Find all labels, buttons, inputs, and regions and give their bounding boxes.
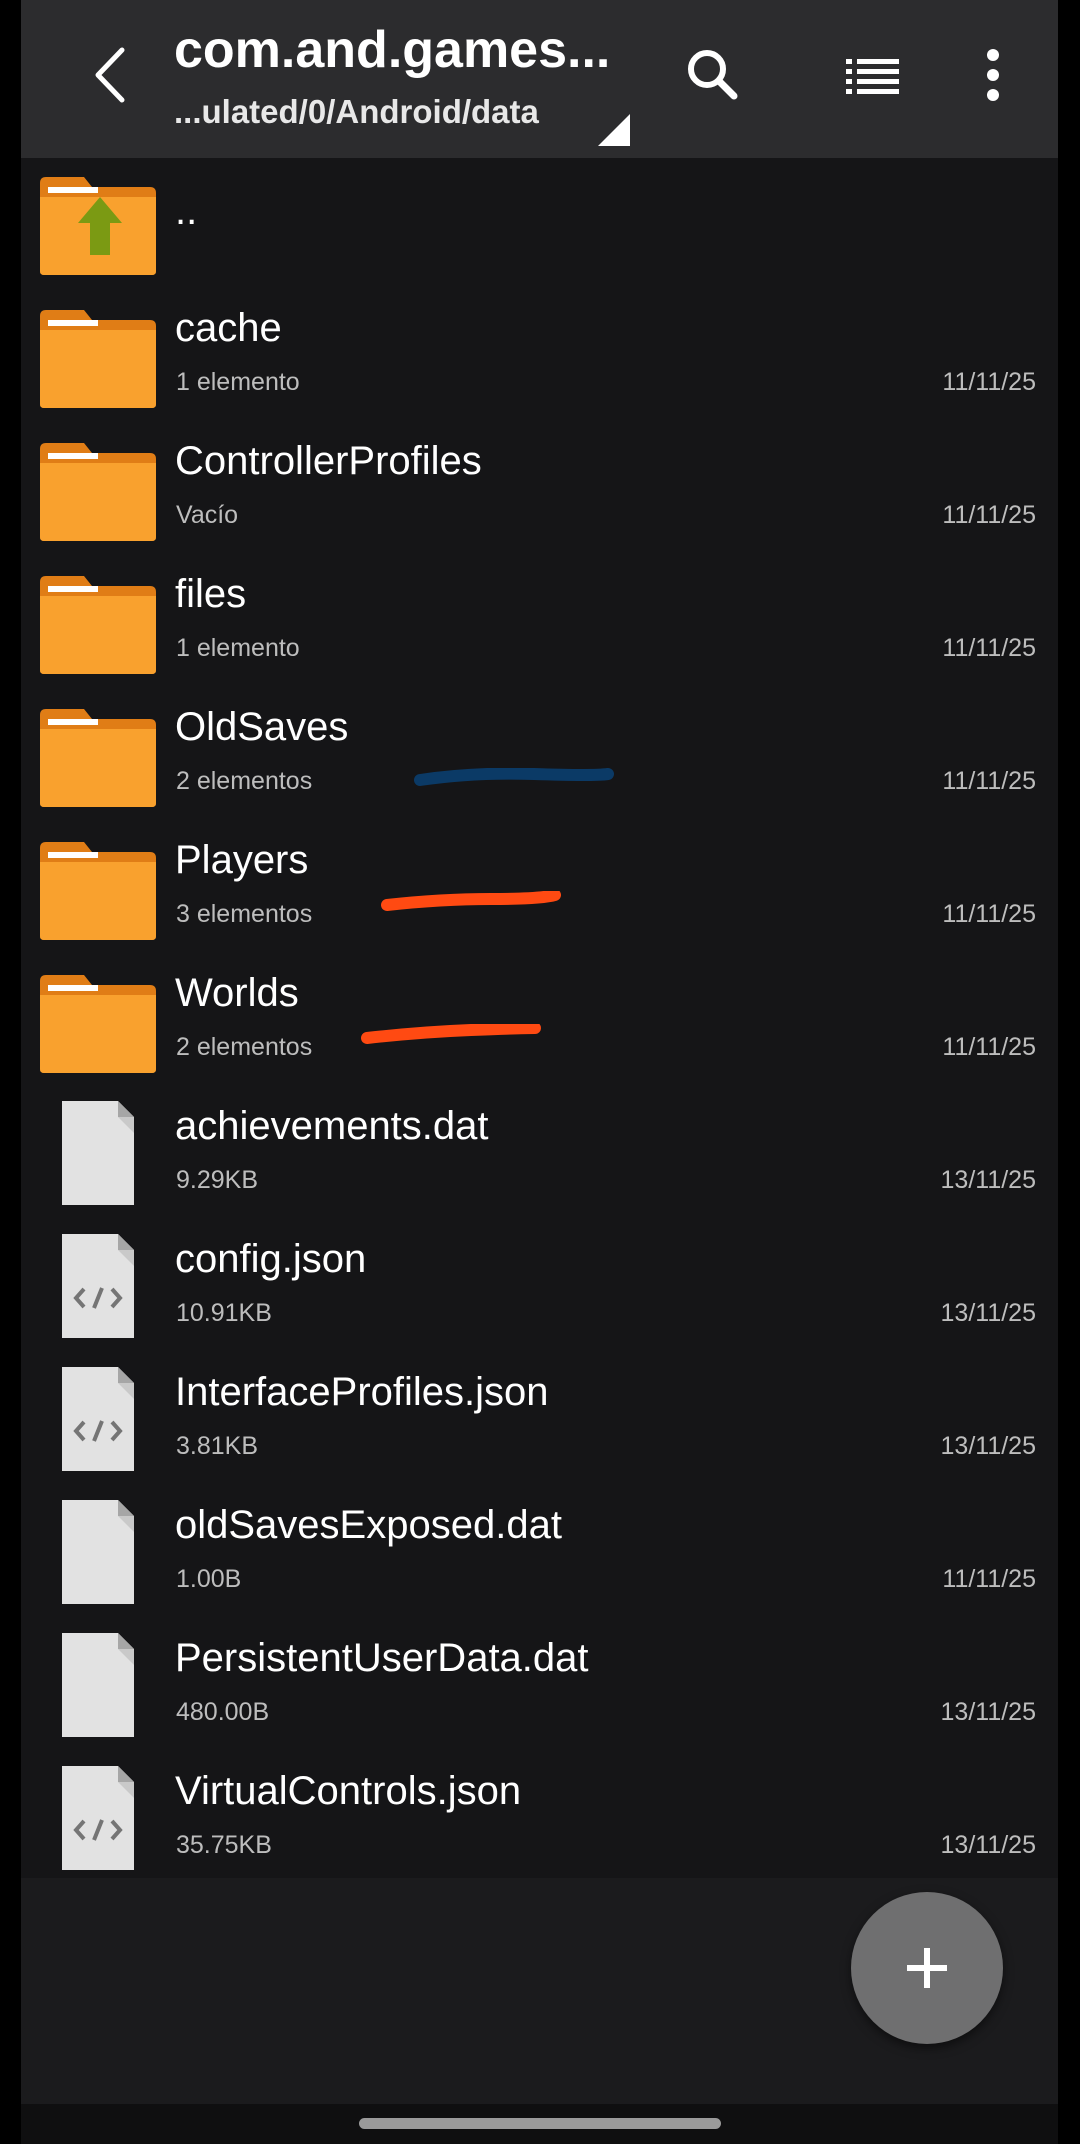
search-icon bbox=[688, 50, 738, 100]
item-name: Worlds bbox=[175, 971, 299, 1015]
annotation-underline bbox=[414, 767, 614, 795]
file-icon bbox=[36, 1101, 160, 1205]
folder-row[interactable]: cache 1 elemento 11/11/25 bbox=[21, 291, 1058, 424]
code-file-icon bbox=[36, 1234, 160, 1338]
item-meta: 480.00B bbox=[176, 1698, 270, 1726]
code-file-icon bbox=[36, 1367, 160, 1471]
item-meta: 3.81KB bbox=[176, 1432, 259, 1460]
back-arrow-icon bbox=[95, 47, 125, 103]
file-row[interactable]: config.json 10.91KB 13/11/25 bbox=[21, 1222, 1058, 1355]
list-view-icon bbox=[846, 59, 899, 94]
file-row[interactable]: InterfaceProfiles.json 3.81KB 13/11/25 bbox=[21, 1355, 1058, 1488]
item-name: oldSavesExposed.dat bbox=[175, 1503, 562, 1547]
parent-directory-row[interactable]: .. bbox=[21, 158, 1058, 291]
code-file-icon bbox=[36, 1766, 160, 1870]
page-title: com.and.games... bbox=[174, 21, 611, 79]
file-icon bbox=[36, 1500, 160, 1604]
current-path[interactable]: ...ulated/0/Android/data bbox=[174, 90, 614, 134]
folder-row[interactable]: Worlds 2 elementos 11/11/25 bbox=[21, 956, 1058, 1089]
more-options-button[interactable] bbox=[956, 38, 1030, 112]
file-manager-screen: com.and.games... ...ulated/0/Android/dat… bbox=[21, 0, 1058, 2144]
item-date: 11/11/25 bbox=[942, 634, 1036, 662]
item-name: achievements.dat bbox=[175, 1104, 489, 1148]
folder-row[interactable]: ControllerProfiles Vacío 11/11/25 bbox=[21, 424, 1058, 557]
dropdown-triangle-icon[interactable] bbox=[598, 114, 630, 146]
item-date: 13/11/25 bbox=[940, 1166, 1036, 1194]
file-list: .. cache 1 elemento 11/11/25 ControllerProfi… bbox=[21, 158, 1058, 1878]
add-fab-button[interactable] bbox=[851, 1892, 1003, 2044]
item-meta: 1 elemento bbox=[176, 368, 300, 396]
item-meta: 3 elementos bbox=[176, 900, 313, 928]
item-meta: 2 elementos bbox=[176, 1033, 313, 1061]
file-row[interactable]: VirtualControls.json 35.75KB 13/11/25 bbox=[21, 1754, 1058, 1887]
item-name: Players bbox=[175, 838, 309, 882]
item-date: 11/11/25 bbox=[942, 767, 1036, 795]
app-bar: com.and.games... ...ulated/0/Android/dat… bbox=[21, 0, 1058, 158]
item-name: InterfaceProfiles.json bbox=[175, 1370, 549, 1414]
annotation-underline bbox=[381, 889, 561, 918]
item-date: 11/11/25 bbox=[942, 1033, 1036, 1061]
item-date: 11/11/25 bbox=[942, 501, 1036, 529]
item-meta: 9.29KB bbox=[176, 1166, 259, 1194]
folder-icon bbox=[36, 439, 160, 543]
folder-row[interactable]: Players 3 elementos 11/11/25 bbox=[21, 823, 1058, 956]
item-name: ControllerProfiles bbox=[175, 439, 482, 483]
item-meta: 35.75KB bbox=[176, 1831, 272, 1859]
item-meta: 1 elemento bbox=[176, 634, 300, 662]
search-button[interactable] bbox=[676, 38, 750, 112]
item-date: 13/11/25 bbox=[940, 1831, 1036, 1859]
parent-folder-icon bbox=[36, 173, 160, 277]
file-row[interactable]: oldSavesExposed.dat 1.00B 11/11/25 bbox=[21, 1488, 1058, 1621]
item-name: config.json bbox=[175, 1237, 367, 1281]
folder-row[interactable]: OldSaves 2 elementos 11/11/25 bbox=[21, 690, 1058, 823]
folder-icon bbox=[36, 838, 160, 942]
folder-icon bbox=[36, 306, 160, 410]
item-name: PersistentUserData.dat bbox=[175, 1636, 589, 1680]
item-date: 11/11/25 bbox=[942, 368, 1036, 396]
item-date: 13/11/25 bbox=[940, 1432, 1036, 1460]
item-date: 13/11/25 bbox=[940, 1698, 1036, 1726]
folder-icon bbox=[36, 572, 160, 676]
item-meta: 2 elementos bbox=[176, 767, 313, 795]
home-indicator[interactable] bbox=[359, 2118, 721, 2129]
item-meta: Vacío bbox=[176, 501, 239, 529]
item-meta: 1.00B bbox=[176, 1565, 242, 1593]
item-name: cache bbox=[175, 306, 282, 350]
item-name: files bbox=[175, 572, 247, 616]
folder-row[interactable]: files 1 elemento 11/11/25 bbox=[21, 557, 1058, 690]
item-name: .. bbox=[175, 189, 198, 233]
item-date: 11/11/25 bbox=[942, 1565, 1036, 1593]
item-name: VirtualControls.json bbox=[175, 1769, 522, 1813]
item-date: 11/11/25 bbox=[942, 900, 1036, 928]
back-button[interactable] bbox=[69, 30, 159, 120]
plus-icon bbox=[907, 1948, 947, 1988]
more-vert-icon bbox=[987, 49, 999, 101]
item-meta: 10.91KB bbox=[176, 1299, 272, 1327]
folder-icon bbox=[36, 705, 160, 809]
file-icon bbox=[36, 1633, 160, 1737]
annotation-underline bbox=[361, 1022, 541, 1051]
list-view-button[interactable] bbox=[836, 38, 910, 112]
folder-icon bbox=[36, 971, 160, 1075]
file-row[interactable]: PersistentUserData.dat 480.00B 13/11/25 bbox=[21, 1621, 1058, 1754]
item-name: OldSaves bbox=[175, 705, 349, 749]
item-date: 13/11/25 bbox=[940, 1299, 1036, 1327]
file-row[interactable]: achievements.dat 9.29KB 13/11/25 bbox=[21, 1089, 1058, 1222]
